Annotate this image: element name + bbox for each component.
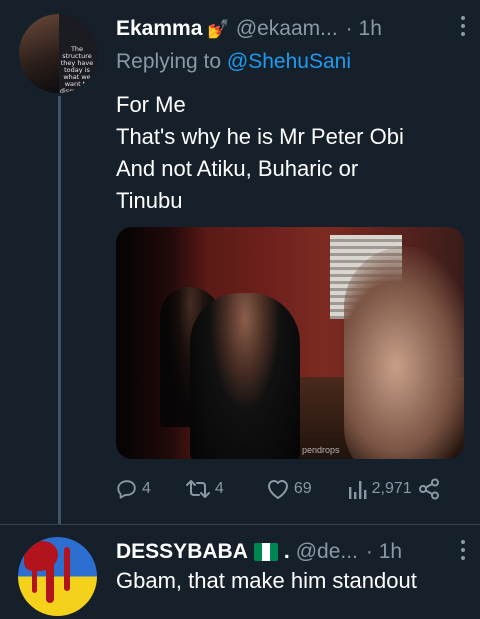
name-suffix: . xyxy=(283,540,290,563)
divider xyxy=(0,524,480,525)
tweet-line: And not Atiku, Buharic or xyxy=(116,156,359,181)
more-vertical-icon[interactable] xyxy=(456,538,470,562)
avatar[interactable] xyxy=(18,537,97,616)
thread-connector-line xyxy=(58,96,61,524)
photo-foreground-blur xyxy=(344,247,464,459)
display-name[interactable]: Ekamma xyxy=(116,17,202,41)
avatar-paint-drip xyxy=(32,557,37,593)
share-button[interactable] xyxy=(418,478,440,500)
more-vertical-icon[interactable] xyxy=(456,14,470,38)
tweet-actions-peek xyxy=(116,612,456,619)
mention-link[interactable]: @ShehuSani xyxy=(227,50,351,73)
like-count: 69 xyxy=(293,480,312,497)
avatar[interactable]: The structure they have today is what we… xyxy=(19,14,98,93)
tweet-line: That's why he is Mr Peter Obi xyxy=(116,124,404,149)
replying-to: Replying to @ShehuSani xyxy=(116,50,351,74)
separator-dot: · xyxy=(345,17,353,40)
like-button[interactable]: 69 xyxy=(266,478,312,500)
timestamp[interactable]: · 1h xyxy=(366,540,402,564)
nail-polish-emoji: 💅 xyxy=(207,18,230,39)
photo-person xyxy=(190,293,300,459)
avatar-paint-drip xyxy=(64,547,70,591)
retweet-button[interactable]: 4 xyxy=(185,478,224,500)
display-name[interactable]: DESSYBABA xyxy=(116,540,248,564)
reply-count: 4 xyxy=(142,480,151,497)
tweet-header: Ekamma 💅 @ekaam... · 1h xyxy=(116,14,456,44)
tweet-text: For Me That's why he is Mr Peter Obi And… xyxy=(116,89,466,217)
tweet-actions: 4 4 69 2,971 xyxy=(116,476,456,502)
photo-watermark: pendrops xyxy=(302,445,340,455)
separator-dot: · xyxy=(365,540,373,563)
nigeria-flag-icon xyxy=(253,543,278,561)
avatar-quote: The structure they have today is what we… xyxy=(59,45,95,94)
time-label: 1h xyxy=(378,540,403,563)
analytics-icon xyxy=(348,481,367,499)
retweet-count: 4 xyxy=(214,480,224,497)
avatar-paint-drip xyxy=(46,551,54,603)
tweet-line: For Me xyxy=(116,92,186,117)
view-count: 2,971 xyxy=(371,480,412,497)
reply-button[interactable]: 4 xyxy=(116,478,151,500)
tweet-line: Tinubu xyxy=(116,188,183,213)
reply-icon xyxy=(117,480,136,499)
retweet-icon xyxy=(185,480,210,498)
time-label: 1h xyxy=(358,17,382,40)
tweet-text: Gbam, that make him standout xyxy=(116,568,417,593)
timestamp[interactable]: · 1h xyxy=(346,17,382,41)
avatar-photo xyxy=(19,14,59,93)
tweet-photo[interactable]: pendrops xyxy=(116,227,464,459)
photo-shadow xyxy=(116,227,206,459)
replying-prefix: Replying to xyxy=(116,50,222,73)
views-button[interactable]: 2,971 xyxy=(348,478,412,500)
heart-icon xyxy=(267,480,288,499)
share-icon xyxy=(418,478,439,500)
tweet-header: DESSYBABA . @de... · 1h xyxy=(116,537,456,567)
user-handle[interactable]: @ekaam... xyxy=(236,17,338,41)
user-handle[interactable]: @de... xyxy=(296,540,358,564)
